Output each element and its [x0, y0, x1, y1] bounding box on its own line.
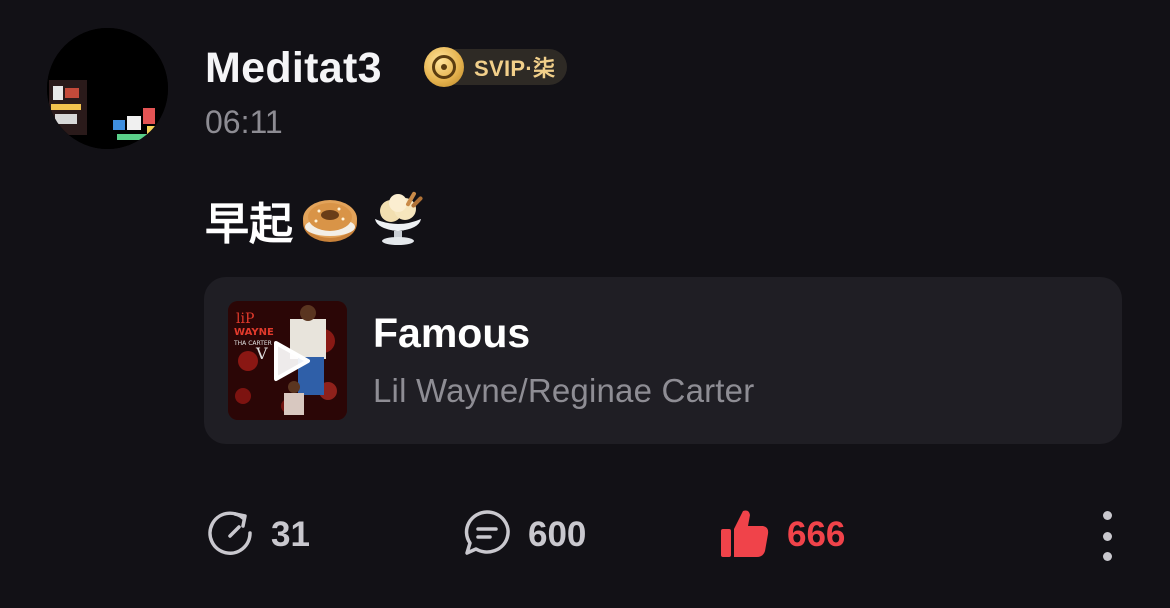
music-card[interactable]: liP WAYNE THA CARTER V Famous Lil Wayne/… [204, 277, 1122, 444]
comment-button[interactable]: 600 [462, 508, 586, 562]
thumbs-up-icon [719, 507, 771, 564]
song-title: Famous [373, 310, 531, 356]
username[interactable]: Meditat3 [205, 44, 382, 93]
repost-button[interactable]: 31 [205, 508, 310, 562]
repost-count: 31 [271, 515, 310, 554]
like-count: 666 [787, 515, 846, 554]
bagel-emoji [299, 189, 361, 252]
more-vertical-icon[interactable] [1096, 508, 1118, 564]
play-icon[interactable] [272, 339, 312, 388]
svg-text:WAYNE: WAYNE [234, 327, 274, 338]
post-content: 早起 [205, 188, 429, 252]
vinyl-disc-icon [424, 47, 464, 87]
post-timestamp: 06:11 [205, 104, 283, 140]
song-artist: Lil Wayne/Reginae Carter [373, 372, 755, 409]
repost-icon [205, 508, 255, 563]
svg-text:V: V [255, 344, 268, 363]
post-text: 早起 [205, 199, 293, 250]
avatar[interactable] [47, 28, 168, 149]
ice-cream-emoji [367, 189, 429, 252]
like-button[interactable]: 666 [719, 508, 845, 562]
comment-icon [462, 508, 512, 563]
album-art[interactable]: liP WAYNE THA CARTER V [228, 301, 347, 420]
comment-count: 600 [528, 515, 587, 554]
vip-label: SVIP·柒 [450, 49, 568, 85]
svg-text:liP: liP [236, 311, 254, 327]
vip-badge[interactable]: SVIP·柒 [424, 47, 570, 87]
